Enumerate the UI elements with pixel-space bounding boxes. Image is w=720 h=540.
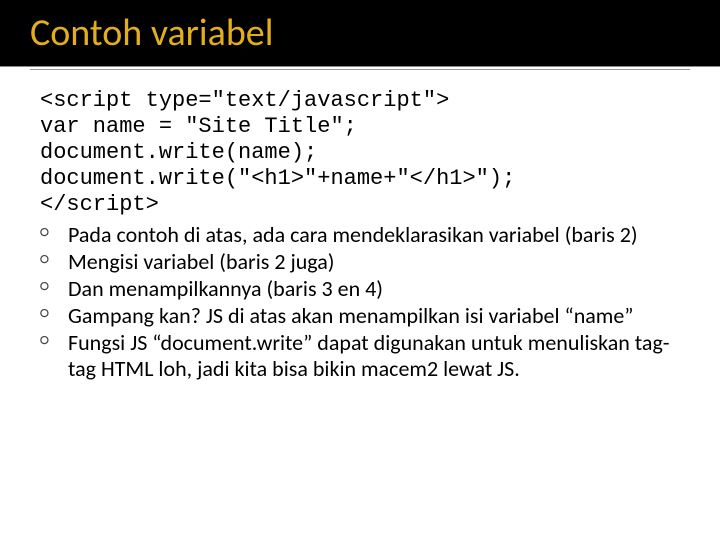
bullet-text: Dan menampilkannya (baris 3 en 4) <box>68 275 383 302</box>
list-item: Gampang kan? JS di atas akan menampilkan… <box>40 303 690 329</box>
list-item: Dan menampilkannya (baris 3 en 4) <box>40 276 690 302</box>
code-line-5a: </scr <box>40 192 106 217</box>
title-bar: Contoh variabel <box>0 0 720 67</box>
list-item: Mengisi variabel (baris 2 juga) <box>40 249 690 275</box>
slide-title: Contoh variabel <box>30 10 690 56</box>
slide: Contoh variabel <script type="text/javas… <box>0 0 720 540</box>
list-item: Fungsi JS “document.write” dapat digunak… <box>40 330 690 382</box>
title-underline <box>30 69 690 70</box>
code-line-3: document.write(name); <box>40 140 317 165</box>
code-block: <script type="text/javascript"> var name… <box>40 88 690 218</box>
bullet-list: Pada contoh di atas, ada cara mendeklara… <box>40 222 690 382</box>
code-line-2: var name = "Site Title"; <box>40 114 357 139</box>
code-line-4: document.write("<h1>"+name+"</h1>"); <box>40 166 515 191</box>
bullet-text: Pada contoh di atas, ada cara mendeklara… <box>68 221 638 248</box>
code-line-5b: ipt> <box>106 192 159 217</box>
bullet-text: Fungsi JS “document.write” dapat digunak… <box>68 329 670 382</box>
code-line-1: <script type="text/javascript"> <box>40 88 449 113</box>
bullet-text: Mengisi variabel (baris 2 juga) <box>68 248 334 275</box>
bullet-text: Gampang kan? JS di atas akan menampilkan… <box>68 302 634 329</box>
list-item: Pada contoh di atas, ada cara mendeklara… <box>40 222 690 248</box>
slide-body: <script type="text/javascript"> var name… <box>0 88 720 381</box>
